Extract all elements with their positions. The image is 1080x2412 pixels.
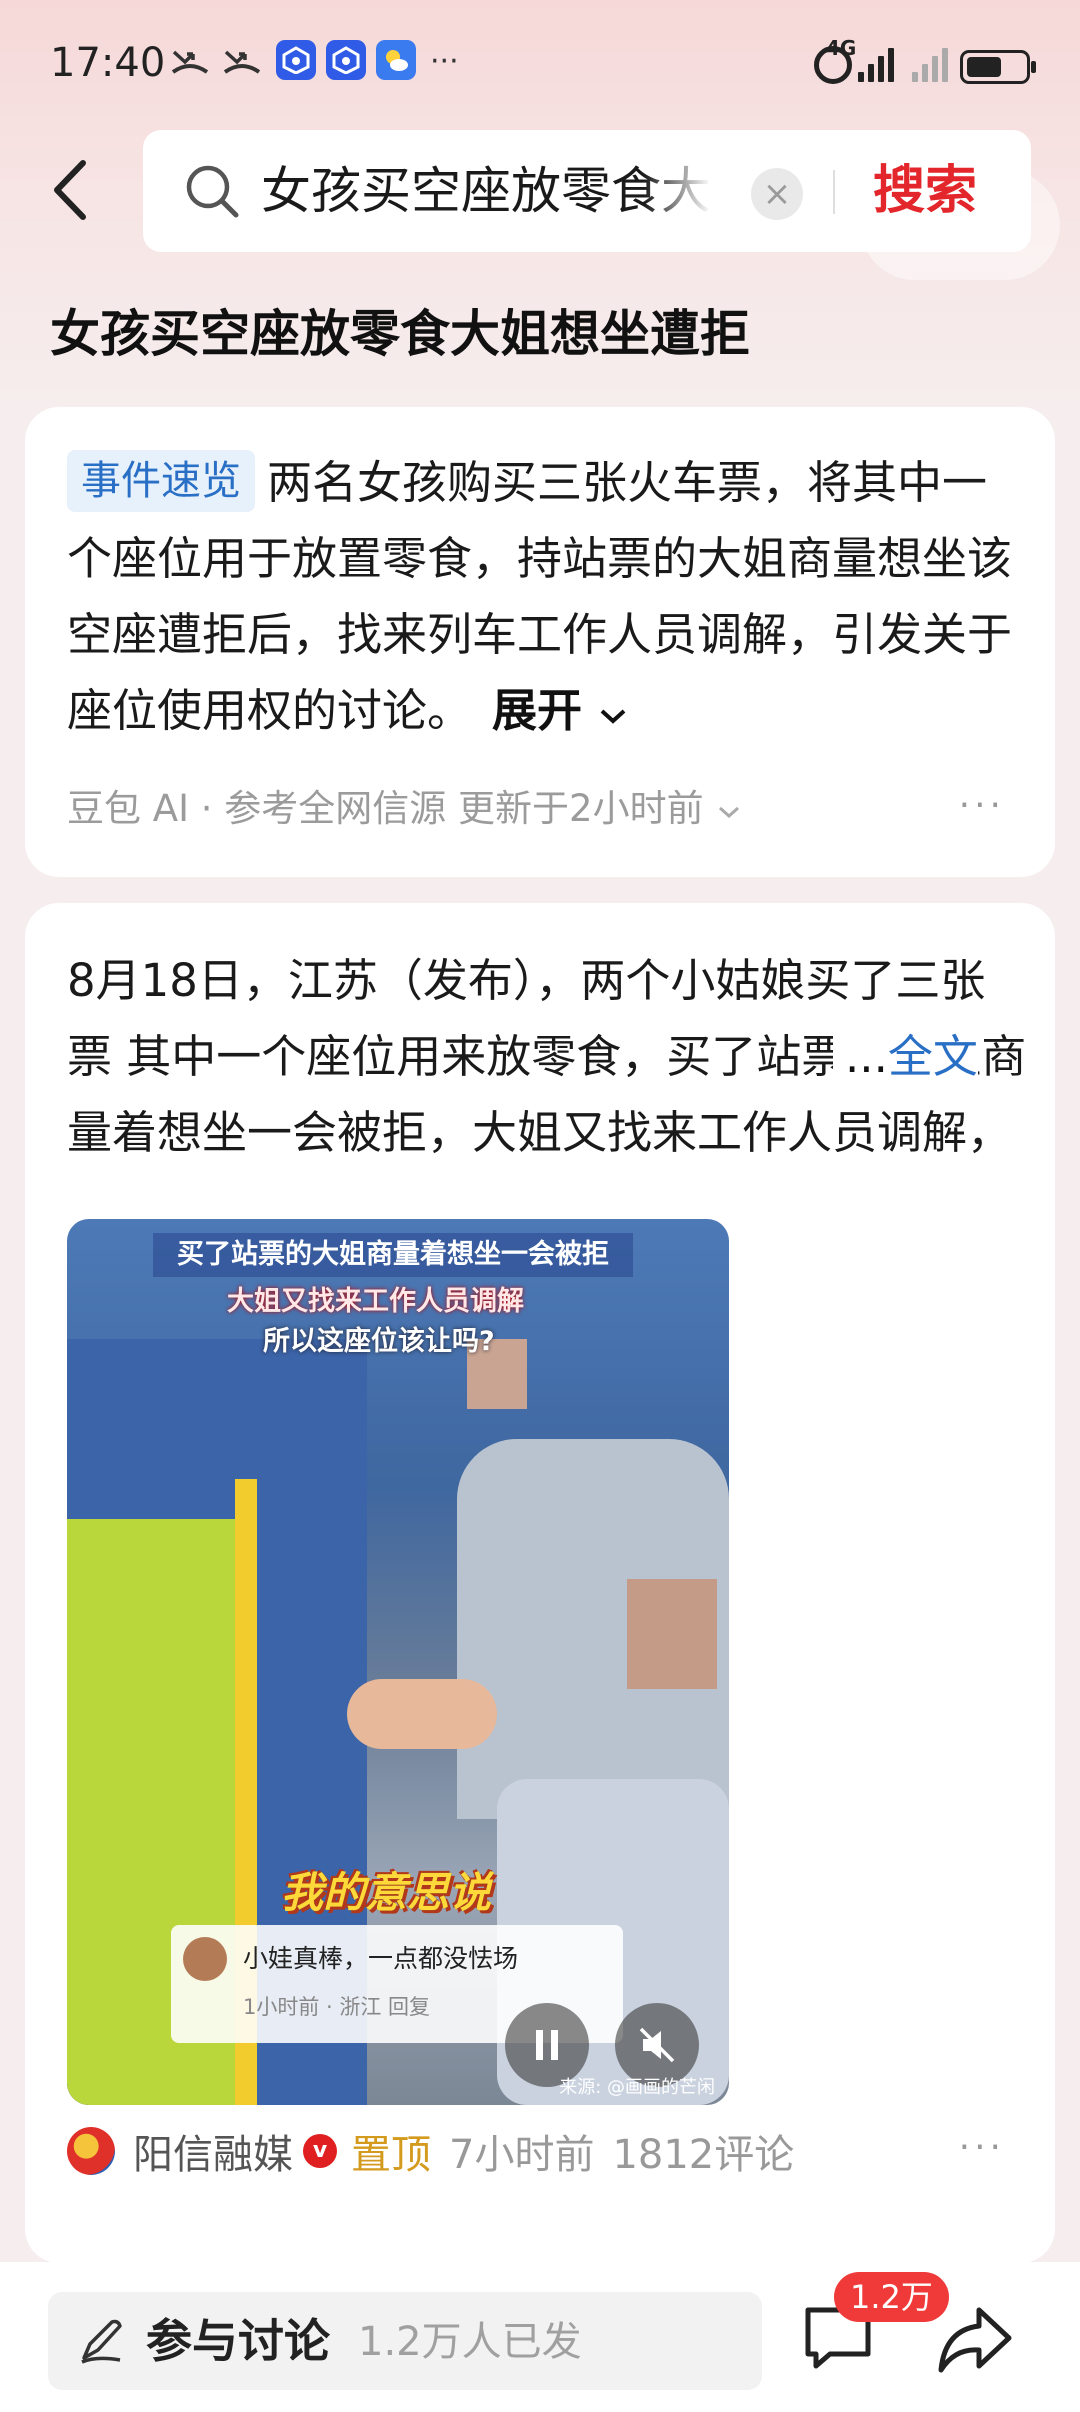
comment-count[interactable]: 1812评论 — [612, 2122, 794, 2180]
pinned-label: 置顶 — [351, 2132, 431, 2178]
summary-source[interactable]: 豆包 AI · 参考全网信源 更新于2小时前 — [67, 779, 743, 839]
source-name[interactable]: 阳信融媒 — [133, 2122, 293, 2180]
more-options-icon[interactable]: ··· — [959, 785, 1005, 826]
video-comment-meta: 1小时前 · 浙江 回复 — [243, 1995, 431, 2019]
avatar — [183, 1937, 227, 1981]
event-tag: 事件速览 — [67, 450, 255, 512]
fulltext-wrapper: ...全文 — [833, 1019, 978, 1095]
page-title: 女孩买空座放零食大姐想坐遭拒 — [50, 305, 750, 363]
discuss-input[interactable]: 参与讨论 1.2万人已发 — [48, 2292, 762, 2390]
status-time: 17:40 — [50, 40, 166, 86]
baidu-app-icon — [326, 40, 366, 80]
battery-icon — [960, 50, 1036, 84]
summary-body: 事件速览 两名女孩购买三张火车票，将其中一个座位用于放置零食，持站票的大姐商量想坐… — [67, 445, 1017, 749]
discuss-count: 1.2万人已发 — [358, 2319, 582, 2365]
expand-label: 展开 — [492, 684, 583, 737]
search-box[interactable]: 女孩买空座放零食大姐想坐遭拒 × 搜索 — [143, 130, 1031, 252]
video-sticker-text: 我的意思说 — [281, 1868, 492, 1917]
network-type-label: 4G — [826, 36, 857, 60]
summary-source-text: 豆包 AI · 参考全网信源 更新于2小时前 — [67, 787, 704, 830]
missed-call-icon — [222, 40, 262, 82]
video-source-text: 来源: @画画的芒闲 — [559, 2077, 715, 2098]
video-pixelated-face — [627, 1579, 717, 1689]
news-video[interactable]: 买了站票的大姐商量着想坐一会被拒 大姐又找来工作人员调解 所以这座位该让吗? 我… — [67, 1219, 729, 2105]
status-bar: 17:40 ··· 4G — [0, 0, 1080, 135]
video-caption-top: 买了站票的大姐商量着想坐一会被拒 — [153, 1233, 633, 1277]
mute-icon — [639, 2027, 675, 2063]
search-icon — [186, 165, 239, 218]
signal-icon — [912, 44, 948, 82]
video-caption-2: 大姐又找来工作人员调解 — [227, 1286, 524, 1317]
ellipsis: ... — [845, 1030, 888, 1083]
chevron-left-icon — [54, 160, 86, 220]
comment-count-badge: 1.2万 — [834, 2272, 949, 2322]
chevron-down-icon — [600, 709, 626, 724]
search-input[interactable]: 女孩买空座放零食大姐想坐遭拒 — [261, 160, 711, 222]
source-logo — [67, 2127, 115, 2175]
news-time: 7小时前 — [449, 2132, 595, 2178]
divider — [833, 170, 835, 214]
share-icon[interactable] — [935, 2302, 1015, 2378]
clear-search-button[interactable]: × — [751, 168, 803, 220]
fulltext-link[interactable]: 全文 — [888, 1030, 978, 1083]
bottom-bar: 参与讨论 1.2万人已发 1.2万 — [0, 2262, 1080, 2412]
search-button[interactable]: 搜索 — [873, 160, 977, 222]
video-comment-text: 小娃真棒，一点都没怯场 — [243, 1944, 519, 1973]
pause-icon — [536, 2030, 558, 2060]
video-hand — [347, 1679, 497, 1749]
expand-button[interactable]: 展开 — [492, 684, 628, 737]
signal-icon — [858, 44, 894, 82]
event-summary-card: 事件速览 两名女孩购买三张火车票，将其中一个座位用于放置零食，持站票的大姐商量想坐… — [25, 407, 1055, 877]
weather-app-icon — [376, 40, 416, 80]
missed-call-icon — [170, 40, 210, 82]
baidu-app-icon — [276, 40, 316, 80]
chevron-down-icon — [719, 806, 740, 819]
pen-icon — [81, 2319, 122, 2364]
news-meta: 阳信融媒 v 置顶 7小时前 1812评论 — [67, 2121, 794, 2181]
back-button[interactable] — [40, 155, 100, 225]
verified-badge: v — [303, 2134, 337, 2168]
more-options-icon[interactable]: ··· — [959, 2127, 1005, 2168]
more-icon: ··· — [430, 43, 459, 79]
discuss-label: 参与讨论 — [146, 2314, 330, 2368]
video-caption-3: 所以这座位该让吗? — [263, 1326, 495, 1357]
news-card[interactable]: 8月18日，江苏（发布），两个小姑娘买了三张票 其中一个座位用来放零食，买了站票… — [25, 903, 1055, 2263]
